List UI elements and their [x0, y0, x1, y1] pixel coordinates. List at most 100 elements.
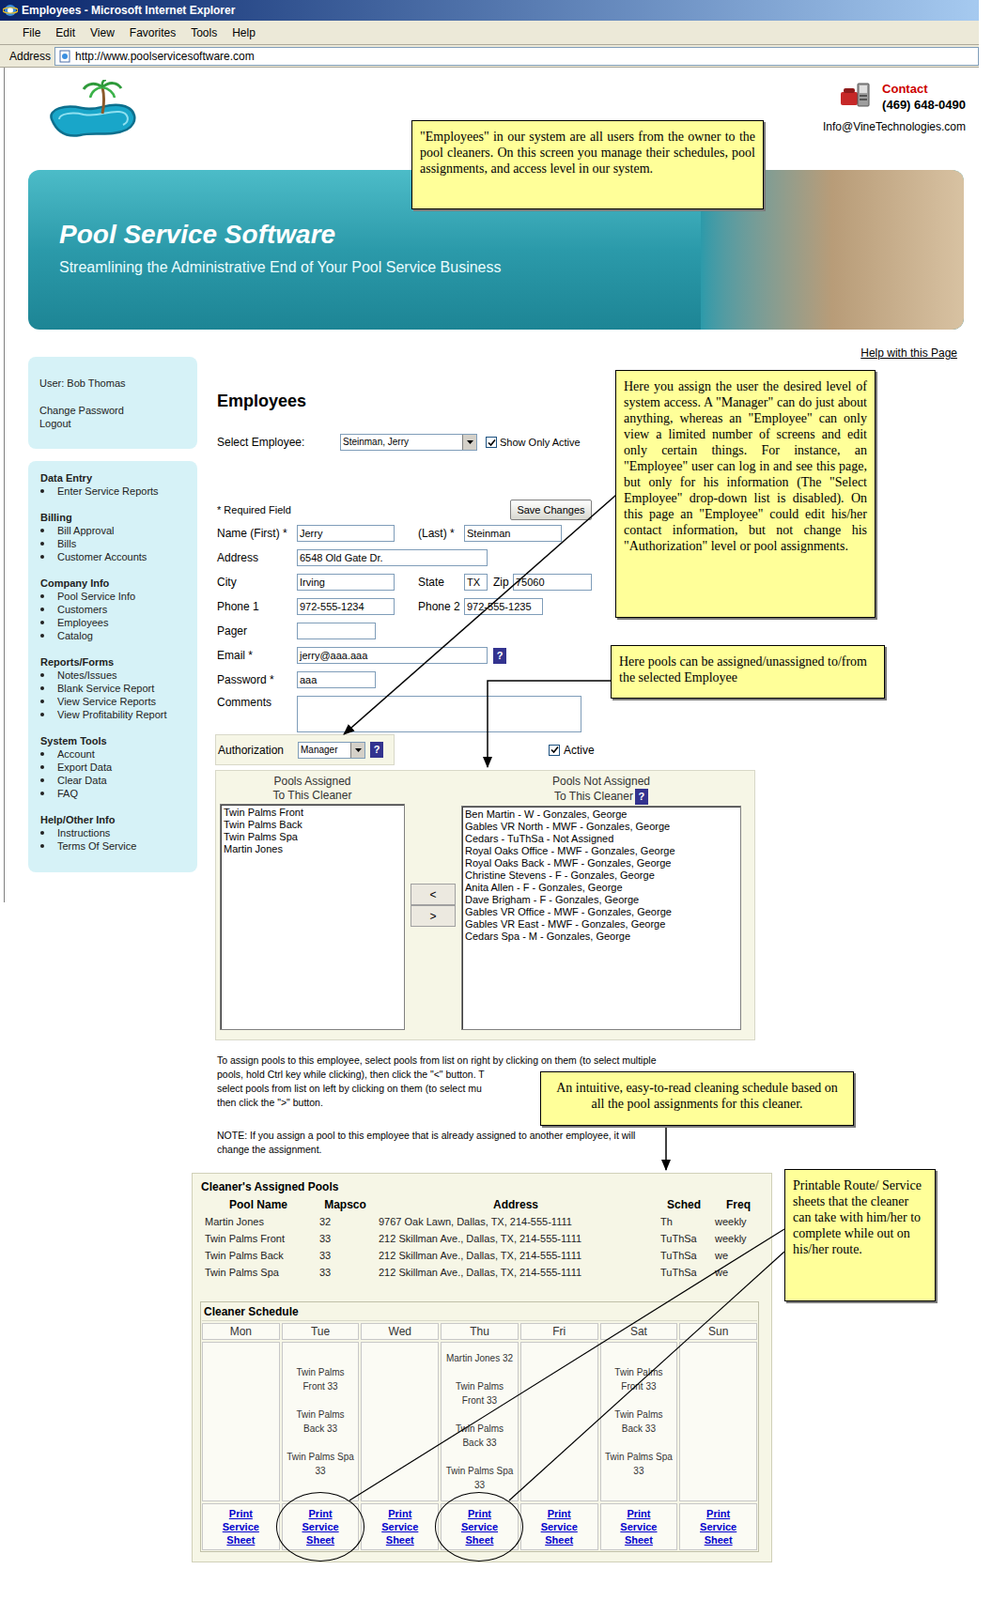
- nav-item[interactable]: Account: [40, 747, 198, 761]
- list-option[interactable]: Ben Martin - W - Gonzales, George: [464, 808, 739, 822]
- authorization-help: ?: [370, 742, 384, 759]
- table-cell: 212 Skillman Ave., Dallas, TX, 214-555-1…: [374, 1264, 657, 1282]
- print-service-sheet-link[interactable]: PrintServiceSheet: [381, 1507, 419, 1548]
- list-option[interactable]: Cedars Spa - M - Gonzales, George: [464, 930, 739, 944]
- print-link-line: Service: [381, 1520, 419, 1535]
- print-service-sheet-link[interactable]: PrintServiceSheet: [461, 1507, 498, 1548]
- schedule-entry-line: Front 33: [462, 1394, 497, 1409]
- nav-item[interactable]: Instructions: [40, 826, 198, 840]
- not-assigned-header: Pools Not AssignedTo This Cleaner?: [461, 775, 742, 806]
- pager-input[interactable]: [296, 622, 376, 640]
- nav-item[interactable]: Customers: [40, 603, 198, 617]
- dropdown-button[interactable]: [350, 743, 365, 759]
- employee-select[interactable]: Steinman, Jerry: [340, 434, 478, 451]
- list-option[interactable]: Martin Jones: [222, 843, 403, 856]
- highlight-circle: [276, 1492, 365, 1563]
- help-icon[interactable]: ?: [493, 648, 507, 665]
- help-link[interactable]: Help with this Page: [860, 345, 958, 361]
- nav-item[interactable]: Bill Approval: [40, 524, 198, 538]
- comments-textarea[interactable]: [296, 696, 582, 733]
- print-service-sheet-link[interactable]: PrintServiceSheet: [541, 1507, 578, 1548]
- nav-item[interactable]: View Profitability Report: [40, 708, 198, 722]
- schedule-entry: Twin Palms Spa33: [604, 1450, 673, 1479]
- nav-item[interactable]: View Service Reports: [40, 695, 198, 709]
- list-option[interactable]: Gables VR Office - MWF - Gonzales, Georg…: [464, 906, 739, 919]
- nav-item[interactable]: Notes/Issues: [40, 668, 198, 682]
- list-option[interactable]: Cedars - TuThSa - Not Assigned: [464, 833, 739, 846]
- nav-item[interactable]: Terms Of Service: [40, 839, 198, 853]
- nav-item[interactable]: Blank Service Report: [40, 682, 198, 696]
- menu-item[interactable]: Favorites: [122, 25, 184, 41]
- menu-item[interactable]: Tools: [183, 25, 225, 41]
- nav-item-label: Terms Of Service: [57, 839, 137, 853]
- nav-item[interactable]: Employees: [40, 616, 198, 630]
- list-option[interactable]: Twin Palms Spa: [222, 831, 403, 844]
- address-input[interactable]: 6548 Old Gate Dr.: [296, 549, 488, 567]
- nav-item-label: Enter Service Reports: [57, 484, 159, 498]
- nav-item[interactable]: Enter Service Reports: [40, 484, 198, 498]
- active-toggle[interactable]: Active: [548, 744, 595, 758]
- nav-item[interactable]: Customer Accounts: [40, 550, 198, 564]
- user-link[interactable]: Logout: [39, 417, 198, 431]
- help-icon[interactable]: ?: [370, 742, 384, 759]
- list-option[interactable]: Christine Stevens - F - Gonzales, George: [464, 869, 739, 883]
- print-service-sheet-link[interactable]: PrintServiceSheet: [301, 1507, 339, 1548]
- move-button[interactable]: >: [410, 905, 456, 928]
- assigned-pools-list[interactable]: Twin Palms FrontTwin Palms BackTwin Palm…: [219, 804, 405, 1031]
- print-link-line: Service: [301, 1520, 339, 1535]
- field-label: State: [394, 575, 465, 589]
- list-option[interactable]: Royal Oaks Office - MWF - Gonzales, Geor…: [464, 845, 739, 858]
- address-field[interactable]: http://www.poolservicesoftware.com: [54, 46, 979, 66]
- contact-label: Contact: [882, 80, 966, 97]
- phone1-input[interactable]: 972-555-1234: [296, 598, 395, 616]
- bullet-icon: [40, 713, 45, 717]
- email-input[interactable]: jerry@aaa.aaa: [296, 647, 488, 665]
- first-name-input[interactable]: Jerry: [296, 525, 395, 543]
- print-service-sheet-link[interactable]: PrintServiceSheet: [699, 1507, 737, 1548]
- menu-item[interactable]: Help: [224, 25, 264, 41]
- authorization-select[interactable]: Manager: [297, 742, 366, 760]
- show-only-active[interactable]: Show Only Active: [485, 435, 581, 450]
- nav-item-label: Notes/Issues: [57, 668, 118, 682]
- show-only-active-checkbox[interactable]: [485, 436, 497, 449]
- day-cell: Martin Jones 32Twin PalmsFront 33Twin Pa…: [440, 1342, 519, 1503]
- list-option[interactable]: Gables VR East - MWF - Gonzales, George: [464, 918, 739, 931]
- not-assigned-pools-list[interactable]: Ben Martin - W - Gonzales, GeorgeGables …: [461, 806, 742, 1031]
- print-service-sheet-link[interactable]: PrintServiceSheet: [222, 1507, 260, 1548]
- user-link[interactable]: Change Password: [39, 403, 198, 418]
- list-option[interactable]: Dave Brigham - F - Gonzales, George: [464, 894, 739, 907]
- logo[interactable]: [46, 79, 140, 171]
- table-cell: Martin Jones: [201, 1213, 316, 1231]
- menu-item[interactable]: File: [15, 25, 48, 41]
- phone2-input[interactable]: 972-555-1235: [464, 598, 543, 616]
- pools-panel: Pools AssignedTo This CleanerTwin Palms …: [215, 770, 756, 1041]
- nav-item[interactable]: Bills: [40, 537, 198, 551]
- contact-email[interactable]: Info@VineTechnologies.com: [822, 120, 966, 135]
- city-input[interactable]: Irving: [296, 573, 395, 591]
- list-option[interactable]: Gables VR North - MWF - Gonzales, George: [464, 821, 739, 834]
- state-input[interactable]: TX: [464, 573, 488, 591]
- password-input[interactable]: aaa: [296, 671, 376, 689]
- active-checkbox[interactable]: [548, 744, 560, 757]
- print-service-sheet-link[interactable]: PrintServiceSheet: [620, 1507, 657, 1548]
- list-option[interactable]: Twin Palms Back: [222, 819, 403, 832]
- dropdown-button[interactable]: [462, 434, 477, 450]
- move-button[interactable]: <: [410, 883, 456, 906]
- nav-item[interactable]: FAQ: [40, 787, 198, 801]
- menu-item[interactable]: View: [82, 25, 123, 41]
- save-button[interactable]: Save Changes: [510, 499, 592, 521]
- day-cell: Twin PalmsFront 33Twin PalmsBack 33Twin …: [281, 1342, 360, 1503]
- nav-item[interactable]: Pool Service Info: [40, 589, 198, 604]
- last-name-input[interactable]: Steinman: [464, 525, 562, 543]
- nav-item[interactable]: Export Data: [40, 760, 198, 775]
- list-option[interactable]: Anita Allen - F - Gonzales, George: [464, 882, 739, 895]
- menu-item[interactable]: Edit: [47, 25, 83, 41]
- help-icon[interactable]: ?: [635, 789, 649, 806]
- list-option[interactable]: Twin Palms Front: [222, 806, 403, 820]
- nav-item[interactable]: Catalog: [40, 629, 198, 643]
- list-option[interactable]: Royal Oaks Back - MWF - Gonzales, George: [464, 857, 739, 870]
- field-label: Name (First) *: [217, 527, 297, 541]
- zip-input[interactable]: 75060: [512, 573, 592, 591]
- schedule-entry: Martin Jones 32: [446, 1351, 513, 1366]
- nav-item[interactable]: Clear Data: [40, 774, 198, 788]
